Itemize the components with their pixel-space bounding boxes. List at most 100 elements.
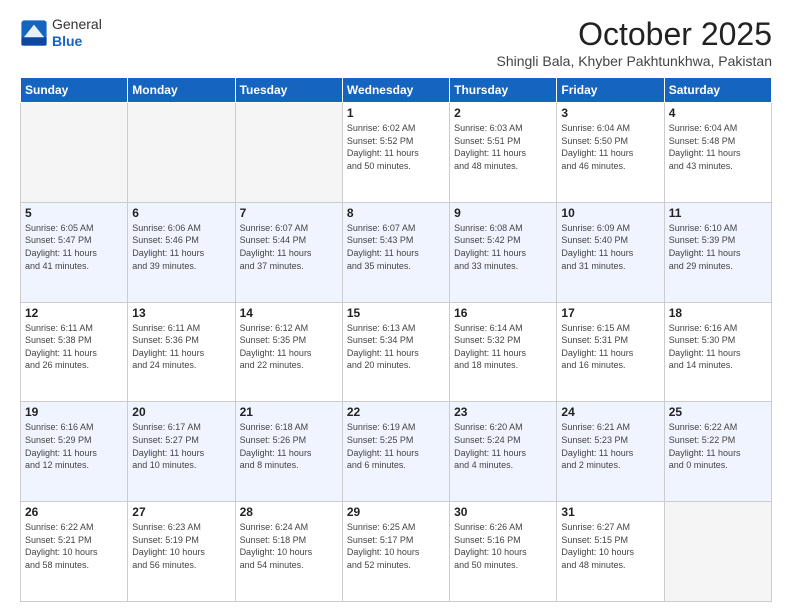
day-cell: 7Sunrise: 6:07 AM Sunset: 5:44 PM Daylig…: [235, 202, 342, 302]
day-cell: 3 Sunrise: 6:04 AM Sunset: 5:50 PM Daylig…: [557, 103, 664, 203]
day-number: 23: [454, 405, 552, 419]
logo-blue: Blue: [52, 33, 102, 50]
day-number: 24: [561, 405, 659, 419]
col-saturday: Saturday: [664, 78, 771, 103]
day-info: Sunrise: 6:12 AM Sunset: 5:35 PM Dayligh…: [240, 322, 338, 372]
day-cell: 11 Sunrise: 6:10 AM Sunset: 5:39 PM Dayli…: [664, 202, 771, 302]
day-cell: [664, 502, 771, 602]
day-number: 27: [132, 505, 230, 519]
col-thursday: Thursday: [450, 78, 557, 103]
day-info: Sunrise: 6:19 AM Sunset: 5:25 PM Dayligh…: [347, 421, 445, 471]
day-cell: 23 Sunrise: 6:20 AM Sunset: 5:24 PM Dayli…: [450, 402, 557, 502]
location: Shingli Bala, Khyber Pakhtunkhwa, Pakist…: [497, 53, 773, 69]
day-info: Sunrise: 6:05 AM Sunset: 5:47 PM Dayligh…: [25, 222, 123, 272]
day-info: Sunrise: 6:27 AM Sunset: 5:15 PM Dayligh…: [561, 521, 659, 571]
day-number: 29: [347, 505, 445, 519]
day-info: Sunrise: 6:02 AM Sunset: 5:52 PM Dayligh…: [347, 122, 445, 172]
day-number: 2: [454, 106, 552, 120]
day-cell: 30 Sunrise: 6:26 AM Sunset: 5:16 PM Dayli…: [450, 502, 557, 602]
week-row-3: 12Sunrise: 6:11 AM Sunset: 5:38 PM Dayli…: [21, 302, 772, 402]
logo-general: General: [52, 16, 102, 33]
day-info: Sunrise: 6:09 AM Sunset: 5:40 PM Dayligh…: [561, 222, 659, 272]
month-title: October 2025: [497, 16, 773, 53]
day-cell: 20Sunrise: 6:17 AM Sunset: 5:27 PM Dayli…: [128, 402, 235, 502]
day-number: 31: [561, 505, 659, 519]
day-cell: 8Sunrise: 6:07 AM Sunset: 5:43 PM Daylig…: [342, 202, 449, 302]
day-cell: [21, 103, 128, 203]
day-info: Sunrise: 6:11 AM Sunset: 5:36 PM Dayligh…: [132, 322, 230, 372]
day-cell: 27 Sunrise: 6:23 AM Sunset: 5:19 PM Dayli…: [128, 502, 235, 602]
day-cell: 18 Sunrise: 6:16 AM Sunset: 5:30 PM Dayli…: [664, 302, 771, 402]
calendar: Sunday Monday Tuesday Wednesday Thursday…: [20, 77, 772, 602]
day-cell: 12Sunrise: 6:11 AM Sunset: 5:38 PM Dayli…: [21, 302, 128, 402]
day-info: Sunrise: 6:04 AM Sunset: 5:50 PM Dayligh…: [561, 122, 659, 172]
day-cell: 21 Sunrise: 6:18 AM Sunset: 5:26 PM Dayli…: [235, 402, 342, 502]
day-cell: 4 Sunrise: 6:04 AM Sunset: 5:48 PM Daylig…: [664, 103, 771, 203]
day-number: 14: [240, 306, 338, 320]
day-info: Sunrise: 6:21 AM Sunset: 5:23 PM Dayligh…: [561, 421, 659, 471]
col-tuesday: Tuesday: [235, 78, 342, 103]
day-info: Sunrise: 6:14 AM Sunset: 5:32 PM Dayligh…: [454, 322, 552, 372]
day-info: Sunrise: 6:15 AM Sunset: 5:31 PM Dayligh…: [561, 322, 659, 372]
week-row-5: 26 Sunrise: 6:22 AM Sunset: 5:21 PM Dayli…: [21, 502, 772, 602]
day-cell: 10 Sunrise: 6:09 AM Sunset: 5:40 PM Dayli…: [557, 202, 664, 302]
day-number: 11: [669, 206, 767, 220]
day-cell: [128, 103, 235, 203]
day-number: 26: [25, 505, 123, 519]
day-number: 5: [25, 206, 123, 220]
day-cell: 5 Sunrise: 6:05 AM Sunset: 5:47 PM Daylig…: [21, 202, 128, 302]
day-number: 21: [240, 405, 338, 419]
day-number: 30: [454, 505, 552, 519]
day-number: 6: [132, 206, 230, 220]
day-info: Sunrise: 6:16 AM Sunset: 5:30 PM Dayligh…: [669, 322, 767, 372]
day-info: Sunrise: 6:20 AM Sunset: 5:24 PM Dayligh…: [454, 421, 552, 471]
page: General Blue October 2025 Shingli Bala, …: [0, 0, 792, 612]
day-cell: 14 Sunrise: 6:12 AM Sunset: 5:35 PM Dayli…: [235, 302, 342, 402]
week-row-2: 5 Sunrise: 6:05 AM Sunset: 5:47 PM Daylig…: [21, 202, 772, 302]
day-cell: 17Sunrise: 6:15 AM Sunset: 5:31 PM Dayli…: [557, 302, 664, 402]
day-number: 7: [240, 206, 338, 220]
day-number: 15: [347, 306, 445, 320]
day-number: 18: [669, 306, 767, 320]
day-cell: 31 Sunrise: 6:27 AM Sunset: 5:15 PM Dayli…: [557, 502, 664, 602]
day-cell: [235, 103, 342, 203]
day-number: 3: [561, 106, 659, 120]
day-cell: 28Sunrise: 6:24 AM Sunset: 5:18 PM Dayli…: [235, 502, 342, 602]
logo-icon: [20, 19, 48, 47]
day-cell: 25Sunrise: 6:22 AM Sunset: 5:22 PM Dayli…: [664, 402, 771, 502]
header: General Blue October 2025 Shingli Bala, …: [20, 16, 772, 69]
title-block: October 2025 Shingli Bala, Khyber Pakhtu…: [497, 16, 773, 69]
day-info: Sunrise: 6:22 AM Sunset: 5:21 PM Dayligh…: [25, 521, 123, 571]
day-cell: 16 Sunrise: 6:14 AM Sunset: 5:32 PM Dayli…: [450, 302, 557, 402]
day-info: Sunrise: 6:26 AM Sunset: 5:16 PM Dayligh…: [454, 521, 552, 571]
day-number: 10: [561, 206, 659, 220]
day-info: Sunrise: 6:23 AM Sunset: 5:19 PM Dayligh…: [132, 521, 230, 571]
logo-text: General Blue: [52, 16, 102, 50]
calendar-header: Sunday Monday Tuesday Wednesday Thursday…: [21, 78, 772, 103]
day-number: 16: [454, 306, 552, 320]
day-number: 9: [454, 206, 552, 220]
day-info: Sunrise: 6:11 AM Sunset: 5:38 PM Dayligh…: [25, 322, 123, 372]
day-info: Sunrise: 6:16 AM Sunset: 5:29 PM Dayligh…: [25, 421, 123, 471]
col-sunday: Sunday: [21, 78, 128, 103]
day-cell: 22 Sunrise: 6:19 AM Sunset: 5:25 PM Dayli…: [342, 402, 449, 502]
day-info: Sunrise: 6:10 AM Sunset: 5:39 PM Dayligh…: [669, 222, 767, 272]
day-info: Sunrise: 6:03 AM Sunset: 5:51 PM Dayligh…: [454, 122, 552, 172]
day-number: 22: [347, 405, 445, 419]
col-monday: Monday: [128, 78, 235, 103]
day-info: Sunrise: 6:24 AM Sunset: 5:18 PM Dayligh…: [240, 521, 338, 571]
day-number: 25: [669, 405, 767, 419]
day-info: Sunrise: 6:06 AM Sunset: 5:46 PM Dayligh…: [132, 222, 230, 272]
logo: General Blue: [20, 16, 102, 50]
day-cell: 19 Sunrise: 6:16 AM Sunset: 5:29 PM Dayli…: [21, 402, 128, 502]
day-cell: 2 Sunrise: 6:03 AM Sunset: 5:51 PM Daylig…: [450, 103, 557, 203]
day-info: Sunrise: 6:17 AM Sunset: 5:27 PM Dayligh…: [132, 421, 230, 471]
day-number: 4: [669, 106, 767, 120]
day-number: 1: [347, 106, 445, 120]
day-number: 19: [25, 405, 123, 419]
day-info: Sunrise: 6:04 AM Sunset: 5:48 PM Dayligh…: [669, 122, 767, 172]
week-row-1: 1 Sunrise: 6:02 AM Sunset: 5:52 PM Daylig…: [21, 103, 772, 203]
day-info: Sunrise: 6:25 AM Sunset: 5:17 PM Dayligh…: [347, 521, 445, 571]
day-info: Sunrise: 6:13 AM Sunset: 5:34 PM Dayligh…: [347, 322, 445, 372]
day-info: Sunrise: 6:18 AM Sunset: 5:26 PM Dayligh…: [240, 421, 338, 471]
